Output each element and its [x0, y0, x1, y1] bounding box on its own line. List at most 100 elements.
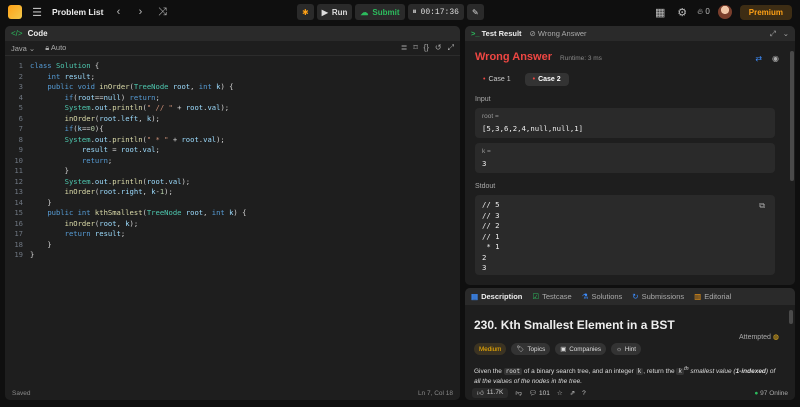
cloud-upload-icon: ☁	[360, 7, 369, 17]
dislike-button[interactable]: 👎︎	[515, 389, 522, 397]
line-number: 17	[14, 229, 23, 238]
notes-button[interactable]: ✎	[466, 4, 484, 20]
topics-tag[interactable]: 🏷︎ Topics	[511, 343, 551, 355]
line-number: 6	[18, 113, 23, 123]
code-editor[interactable]: 1 class Solution {2 int result; 3 public v…	[5, 56, 460, 261]
code-panel: </> Code Java ⌄ 🔒︎ Auto ≣ ⌑ {} ↺ ⤢ 1 clas…	[5, 26, 460, 400]
problem-title: 230. Kth Smallest Element in a BST	[474, 318, 675, 332]
code-line[interactable]: 8 System.out.println(" * " + root.val);	[5, 135, 460, 146]
timer[interactable]: ⏸ 00:17:36	[407, 4, 464, 20]
code-text: int result;	[47, 71, 95, 81]
share-icon[interactable]: ⇗	[570, 389, 575, 397]
code-text: }	[30, 166, 69, 175]
code-line[interactable]: 5 System.out.println(" // " + root.val);	[5, 103, 460, 114]
code-line[interactable]: 11 }	[5, 166, 460, 177]
streak-count: 0	[705, 7, 710, 16]
case-tab-1[interactable]: • Case 1	[475, 73, 519, 86]
editor-status-bar: Saved Ln 7, Col 18	[5, 386, 460, 400]
eye-icon[interactable]: ◉	[772, 54, 779, 63]
code-text: }	[30, 250, 35, 259]
hint-tag[interactable]: ☼ Hint	[611, 343, 642, 355]
tab-testcase[interactable]: ☑ Testcase	[532, 292, 571, 301]
code-line[interactable]: 19}	[5, 250, 460, 261]
code-line[interactable]: 10 return;	[5, 156, 460, 167]
line-number: 19	[14, 250, 23, 259]
history-icon: ↻	[632, 292, 639, 301]
code-line[interactable]: 9 result = root.val;	[5, 145, 460, 156]
submit-button[interactable]: ☁ Submit	[355, 4, 405, 20]
comments-button[interactable]: 💬︎ 101	[529, 389, 550, 397]
copy-icon[interactable]: ⧉	[759, 201, 765, 211]
code-line[interactable]: 1 class Solution {	[5, 61, 460, 72]
code-line[interactable]: 2 int result;	[5, 72, 460, 83]
stdout-content: // 5// 3// 2// 1 * 123	[482, 200, 768, 274]
language-select[interactable]: Java ⌄	[11, 44, 35, 53]
runtime: Runtime: 3 ms	[560, 55, 602, 62]
code-line[interactable]: 12 System.out.println(root.val);	[5, 177, 460, 188]
code-line[interactable]: 17 return result;	[5, 229, 460, 240]
avatar[interactable]	[717, 5, 732, 19]
help-icon[interactable]: ?	[582, 390, 586, 397]
code-line[interactable]: 18 }	[5, 240, 460, 251]
streak-icon[interactable]: 🔥︎ 0	[697, 7, 710, 17]
tab-description[interactable]: ▤ Description	[471, 292, 522, 301]
line-number: 13	[14, 187, 23, 196]
run-button[interactable]: ▶ Run	[316, 4, 353, 20]
stdout-line: // 5	[482, 200, 500, 209]
tab-solutions[interactable]: ⚗ Solutions	[582, 292, 623, 301]
diff-icon[interactable]: ⇄	[755, 54, 762, 63]
tab-wrong-answer[interactable]: ⊘ Wrong Answer	[530, 29, 587, 38]
code-line[interactable]: 6 inOrder(root.left, k);	[5, 114, 460, 125]
chevron-right-icon[interactable]: ›	[133, 6, 147, 18]
tab-submissions[interactable]: ↻ Submissions	[632, 292, 684, 301]
code-line[interactable]: 3 public void inOrder(TreeNode root, int…	[5, 82, 460, 93]
result-scrollbar[interactable]	[790, 51, 794, 181]
code-line[interactable]: 15 public int kthSmallest(TreeNode root,…	[5, 208, 460, 219]
list-icon[interactable]: ☰	[30, 6, 44, 19]
description-tabs: ▤ Description ☑ Testcase ⚗ Solutions ↻ Submi…	[465, 288, 795, 305]
settings-icon[interactable]: ⚙	[675, 6, 689, 19]
tag-icon: 🏷︎	[516, 346, 525, 353]
braces-icon[interactable]: {}	[424, 43, 429, 53]
input-root-box: root = [5,3,6,2,4,null,null,1]	[475, 108, 775, 138]
companies-tag[interactable]: ▣ Companies	[555, 343, 607, 355]
difficulty-badge[interactable]: Medium	[474, 343, 507, 355]
cursor-position: Ln 7, Col 18	[417, 389, 453, 397]
problem-list-link[interactable]: Problem List	[52, 7, 103, 17]
code-text: if(k==0){	[64, 124, 104, 133]
tab-editorial[interactable]: ▥ Editorial	[694, 292, 731, 301]
code-line[interactable]: 4 if(root==null) return;	[5, 93, 460, 104]
stdout-label: Stdout	[475, 183, 496, 190]
code-line[interactable]: 13 inOrder(root.right, k-1);	[5, 187, 460, 198]
chevron-left-icon[interactable]: ‹	[111, 6, 125, 18]
code-line[interactable]: 14 }	[5, 198, 460, 209]
code-text: inOrder(root.left, k);	[64, 113, 160, 123]
like-button[interactable]: 👍︎ 11.7K	[472, 388, 509, 398]
chevron-down-icon[interactable]: ⌄	[783, 29, 789, 39]
leetcode-logo[interactable]	[8, 5, 22, 19]
test-result-panel: >_ Test Result ⊘ Wrong Answer ⤢ ⌄ Wrong …	[465, 26, 795, 285]
line-number: 11	[14, 166, 23, 175]
auto-toggle[interactable]: 🔒︎ Auto	[45, 43, 66, 53]
case-tab-2[interactable]: • Case 2	[524, 73, 569, 86]
stdout-line: 2	[482, 252, 487, 262]
code-line[interactable]: 16 inOrder(root, k);	[5, 219, 460, 230]
description-scrollbar[interactable]	[789, 310, 793, 324]
stdout-line: * 1	[482, 242, 500, 251]
submit-label: Submit	[372, 7, 400, 17]
shuffle-icon[interactable]: ⤨	[155, 6, 169, 19]
code-line[interactable]: 7 if(k==0){	[5, 124, 460, 135]
maximize-icon[interactable]: ⤢	[770, 29, 776, 39]
debug-button[interactable]: ✱	[297, 4, 314, 20]
tab-test-result[interactable]: >_ Test Result	[471, 29, 522, 38]
code-toolbar: Java ⌄ 🔒︎ Auto ≣ ⌑ {} ↺ ⤢	[5, 41, 460, 56]
reset-icon[interactable]: ↺	[435, 43, 442, 53]
stdout-line: // 2	[482, 221, 500, 230]
star-icon[interactable]: ☆	[557, 389, 563, 397]
grid-icon[interactable]: ▦	[653, 6, 667, 19]
format-icon[interactable]: ≣	[401, 43, 408, 53]
premium-button[interactable]: Premium	[739, 4, 792, 20]
fullscreen-icon[interactable]: ⤢	[448, 43, 454, 53]
input-k-box: k = 3	[475, 143, 775, 173]
bookmark-icon[interactable]: ⌑	[413, 43, 417, 53]
